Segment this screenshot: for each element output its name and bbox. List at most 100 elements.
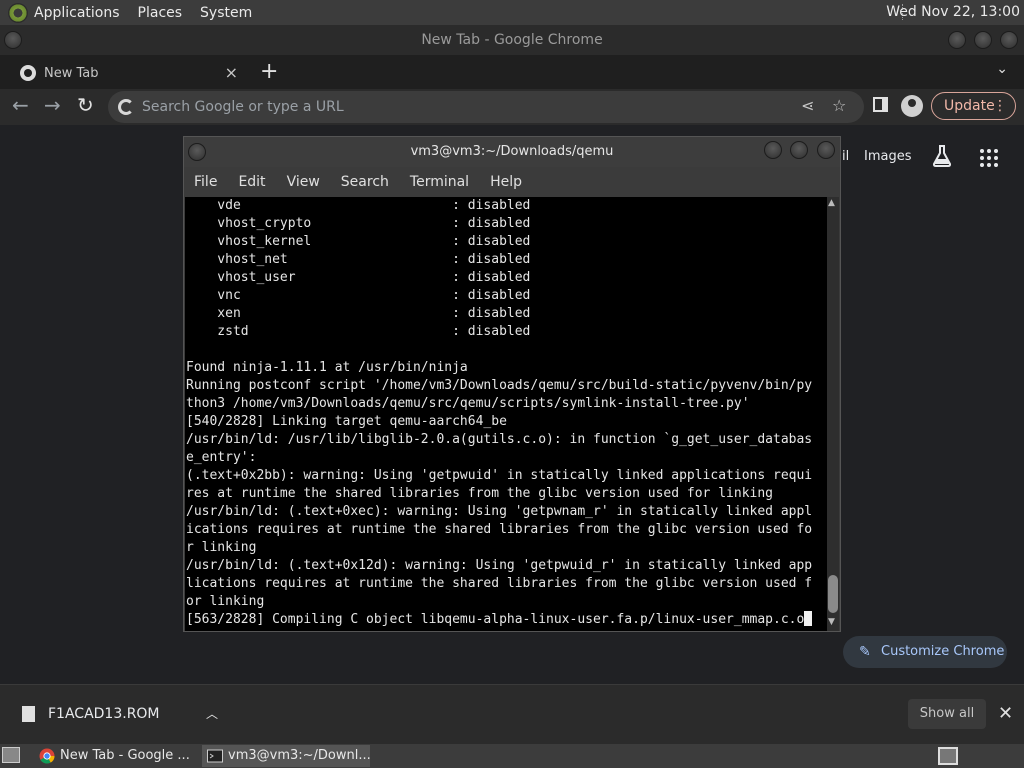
update-label: Update: [944, 98, 995, 114]
terminal-line: (.text+0x2bb): warning: Using 'getpwuid'…: [186, 468, 813, 483]
terminal-line: /usr/bin/ld: (.text+0x12d): warning: Usi…: [186, 558, 813, 573]
terminal-icon: [207, 749, 223, 763]
show-desktop-icon[interactable]: [2, 747, 20, 763]
terminal-line: vde : disabled: [186, 198, 531, 213]
omnibox[interactable]: ⋖ ☆: [108, 91, 864, 123]
places-menu[interactable]: Places: [138, 5, 183, 21]
terminal-line: vhost_kernel : disabled: [186, 234, 531, 249]
desktop: Applications Places System Wed Nov 22, 1…: [0, 0, 1024, 768]
terminal-output[interactable]: vde : disabled vhost_crypto : disabled v…: [185, 197, 827, 631]
update-button[interactable]: Update ⋮: [931, 92, 1016, 120]
gmail-link[interactable]: il: [842, 149, 849, 164]
terminal-maximize-icon[interactable]: [790, 141, 808, 159]
taskbar-terminal-label: vm3@vm3:~/Downl...: [228, 748, 371, 763]
customize-label: Customize Chrome: [881, 644, 1005, 659]
customize-chrome-button[interactable]: ✎ Customize Chrome: [843, 636, 1007, 668]
terminal-menu-view[interactable]: View: [287, 174, 320, 190]
omnibox-input[interactable]: [142, 95, 782, 119]
workspace-switcher-icon[interactable]: [938, 747, 958, 765]
terminal-line: ications requires at runtime the shared …: [186, 522, 813, 537]
scrollbar-thumb[interactable]: [828, 575, 838, 613]
terminal-line: thon3 /home/vm3/Downloads/qemu/src/qemu/…: [186, 396, 750, 411]
window-menu-icon[interactable]: [4, 31, 22, 49]
top-panel: Applications Places System Wed Nov 22, 1…: [0, 0, 1024, 25]
labs-flask-icon[interactable]: [932, 145, 952, 167]
terminal-cursor: [804, 611, 813, 626]
tab-new-tab[interactable]: New Tab ×: [8, 57, 248, 89]
terminal-line: xen : disabled: [186, 306, 531, 321]
new-tab-button[interactable]: +: [260, 59, 278, 84]
chrome-icon: [39, 748, 55, 764]
chevron-up-icon[interactable]: ︿: [206, 699, 218, 729]
chrome-favicon-icon: [20, 65, 36, 81]
tab-close-icon[interactable]: ×: [225, 63, 238, 82]
terminal-line: vhost_user : disabled: [186, 270, 531, 285]
taskbar-item-terminal[interactable]: vm3@vm3:~/Downl...: [202, 745, 371, 767]
minimize-icon[interactable]: [948, 31, 966, 49]
terminal-line: r linking: [186, 540, 257, 555]
terminal-title: vm3@vm3:~/Downloads/qemu: [410, 144, 614, 159]
forward-arrow-icon[interactable]: →: [44, 93, 61, 117]
applications-menu[interactable]: Applications: [34, 5, 120, 21]
terminal-line: or linking: [186, 594, 265, 609]
terminal-close-icon[interactable]: [817, 141, 835, 159]
terminal-line: e_entry':: [186, 450, 257, 465]
file-icon: [22, 706, 35, 722]
pencil-icon: ✎: [859, 644, 871, 660]
terminal-menu-file[interactable]: File: [194, 174, 217, 190]
back-arrow-icon[interactable]: ←: [12, 93, 29, 117]
distro-logo-icon[interactable]: [8, 2, 28, 23]
tab-title: New Tab: [44, 65, 99, 81]
google-apps-icon[interactable]: [980, 149, 998, 167]
profile-avatar-icon[interactable]: [901, 95, 923, 117]
terminal-line-current: [563/2828] Compiling C object libqemu-al…: [186, 611, 827, 629]
terminal-scrollbar[interactable]: ▲ ▼: [827, 197, 839, 631]
terminal-line: lications requires at runtime the shared…: [186, 576, 813, 591]
reload-icon[interactable]: ↻: [77, 93, 94, 117]
taskbar-chrome-label: New Tab - Google ...: [60, 748, 190, 763]
close-shelf-icon[interactable]: ✕: [998, 703, 1013, 724]
chrome-menu-icon[interactable]: ⋮: [993, 93, 1007, 119]
terminal-menu-terminal[interactable]: Terminal: [410, 174, 469, 190]
terminal-title-bar[interactable]: vm3@vm3:~/Downloads/qemu: [184, 137, 840, 167]
panel-clock[interactable]: Wed Nov 22, 13:00: [886, 4, 1020, 20]
bottom-taskbar: New Tab - Google ... vm3@vm3:~/Downl...: [0, 744, 1024, 768]
close-window-icon[interactable]: [1000, 31, 1018, 49]
download-file-name: F1ACAD13.ROM: [48, 706, 160, 722]
download-item[interactable]: F1ACAD13.ROM ︿: [12, 699, 232, 729]
side-panel-icon[interactable]: [873, 97, 888, 112]
scroll-down-icon[interactable]: ▼: [828, 617, 835, 627]
terminal-line: /usr/bin/ld: /usr/lib/libglib-2.0.a(guti…: [186, 432, 813, 447]
taskbar-item-chrome[interactable]: New Tab - Google ...: [34, 745, 198, 767]
terminal-window[interactable]: vm3@vm3:~/Downloads/qemu File Edit View …: [183, 136, 841, 632]
tab-strip: New Tab × + ⌄: [0, 55, 1024, 89]
images-link[interactable]: Images: [864, 149, 912, 164]
show-all-button[interactable]: Show all: [908, 699, 986, 729]
terminal-menu-edit[interactable]: Edit: [238, 174, 265, 190]
share-icon[interactable]: ⋖: [801, 96, 814, 115]
chrome-window-title: New Tab - Google Chrome: [421, 32, 603, 48]
tab-search-chevron-icon[interactable]: ⌄: [996, 61, 1008, 77]
system-menu[interactable]: System: [200, 5, 252, 21]
google-g-icon: [118, 99, 134, 115]
terminal-menubar: File Edit View Search Terminal Help: [184, 167, 840, 197]
terminal-minimize-icon[interactable]: [764, 141, 782, 159]
terminal-window-menu-icon[interactable]: [188, 143, 206, 161]
terminal-line: zstd : disabled: [186, 324, 531, 339]
terminal-line: Running postconf script '/home/vm3/Downl…: [186, 378, 813, 393]
terminal-line: vnc : disabled: [186, 288, 531, 303]
terminal-line: res at runtime the shared libraries from…: [186, 486, 773, 501]
terminal-line: vhost_net : disabled: [186, 252, 531, 267]
terminal-menu-search[interactable]: Search: [341, 174, 389, 190]
maximize-icon[interactable]: [974, 31, 992, 49]
terminal-menu-help[interactable]: Help: [490, 174, 522, 190]
download-shelf: F1ACAD13.ROM ︿ Show all ✕: [0, 684, 1024, 744]
chrome-title-bar[interactable]: New Tab - Google Chrome: [0, 25, 1024, 55]
terminal-current-text: [563/2828] Compiling C object libqemu-al…: [186, 612, 805, 627]
terminal-line: [540/2828] Linking target qemu-aarch64_b…: [186, 414, 507, 429]
terminal-line: vhost_crypto : disabled: [186, 216, 531, 231]
terminal-line: /usr/bin/ld: (.text+0xec): warning: Usin…: [186, 504, 813, 519]
scroll-up-icon[interactable]: ▲: [828, 198, 835, 208]
bookmark-star-icon[interactable]: ☆: [832, 96, 846, 115]
